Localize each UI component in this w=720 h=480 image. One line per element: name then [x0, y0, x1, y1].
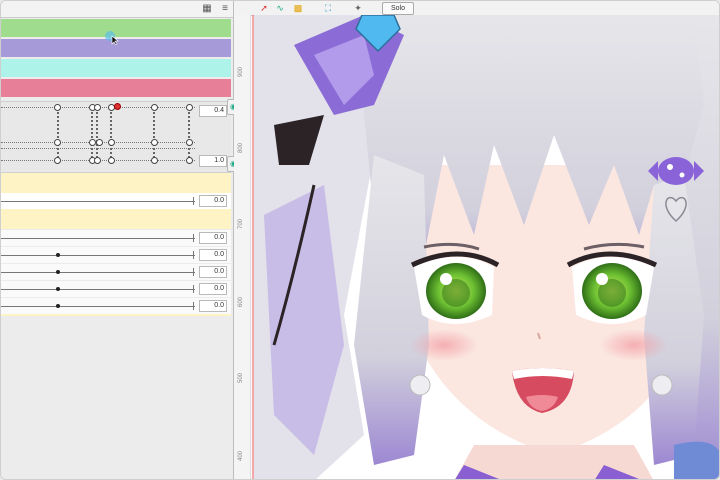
keyframe[interactable]: [151, 157, 158, 164]
viewport-panel: ➚ ∿ ▩ ⛶ ✦ Solo 900 800 700 600 500 400: [234, 1, 719, 479]
keyframe[interactable]: [186, 104, 193, 111]
param-row[interactable]: 0.0: [1, 230, 231, 246]
pin-icon[interactable]: ✦: [352, 3, 364, 13]
fit-tool-icon[interactable]: ⛶: [322, 3, 334, 13]
param-value-field[interactable]: 0.0: [199, 232, 227, 244]
viewport-toolbar: ➚ ∿ ▩ ⛶ ✦ Solo: [234, 1, 719, 16]
param-row[interactable]: 0.0: [1, 247, 231, 263]
character-illustration: [254, 15, 719, 479]
ruler-label: 800: [238, 142, 244, 153]
keyframe[interactable]: [108, 139, 115, 146]
track-band-pink[interactable]: [1, 79, 231, 97]
vertical-ruler: 900 800 700 600 500 400: [234, 15, 251, 479]
param-keyframe[interactable]: [56, 304, 60, 308]
keyframe[interactable]: [54, 104, 61, 111]
ruler-label: 500: [238, 372, 244, 383]
param-keyframe[interactable]: [56, 253, 60, 257]
param-value-field[interactable]: 0.0: [199, 249, 227, 261]
param-row[interactable]: 0.0: [1, 281, 231, 297]
layers-icon[interactable]: ▦: [201, 3, 213, 14]
ruler-label: 900: [238, 66, 244, 77]
param-value-field[interactable]: 0.0: [199, 195, 227, 207]
arrow-tool-icon[interactable]: ➚: [258, 3, 270, 13]
keyframe[interactable]: [89, 139, 96, 146]
track-band-yellow[interactable]: [1, 173, 231, 193]
keyframe-area[interactable]: 0.4 1.0: [1, 101, 231, 173]
track-band-yellow[interactable]: [1, 209, 231, 229]
keyframe[interactable]: [94, 104, 101, 111]
param-row[interactable]: 0.0: [1, 193, 231, 209]
keyframe[interactable]: [151, 104, 158, 111]
param-value-field[interactable]: 0.0: [199, 283, 227, 295]
keyframe[interactable]: [186, 139, 193, 146]
keyframe-selected[interactable]: [114, 103, 121, 110]
track-band-cyan[interactable]: [1, 59, 231, 77]
value-field[interactable]: 0.4: [199, 105, 227, 117]
param-value-field[interactable]: 0.0: [199, 266, 227, 278]
timeline-toolbar: ▦ ≡: [1, 1, 233, 18]
solo-button[interactable]: Solo: [382, 2, 414, 15]
keyframe[interactable]: [54, 139, 61, 146]
timeline-panel: ▦ ≡ 0.4 1.0 0.0 0.0 0.0 0.0 0.0 0.0: [1, 1, 293, 479]
ruler-label: 400: [238, 450, 244, 461]
param-row[interactable]: 0.0: [1, 298, 231, 314]
keyframe[interactable]: [54, 157, 61, 164]
param-value-field[interactable]: 0.0: [199, 300, 227, 312]
color-tool-icon[interactable]: ▩: [292, 3, 304, 13]
keyframe[interactable]: [186, 157, 193, 164]
menu-icon[interactable]: ≡: [219, 3, 231, 14]
keyframe[interactable]: [151, 139, 158, 146]
keyframe[interactable]: [94, 157, 101, 164]
ruler-label: 600: [238, 296, 244, 307]
param-keyframe[interactable]: [56, 270, 60, 274]
param-keyframe[interactable]: [56, 287, 60, 291]
mouse-cursor-icon: [105, 31, 119, 45]
character-canvas[interactable]: [254, 15, 719, 479]
param-row[interactable]: 0.0: [1, 264, 231, 280]
keyframe[interactable]: [108, 157, 115, 164]
keyframe[interactable]: [96, 139, 103, 146]
curve-tool-icon[interactable]: ∿: [274, 3, 286, 13]
ruler-label: 700: [238, 218, 244, 229]
app-window: ▦ ≡ 0.4 1.0 0.0 0.0 0.0 0.0 0.0 0.0 ➚ ∿ …: [0, 0, 720, 480]
value-field[interactable]: 1.0: [199, 155, 227, 167]
